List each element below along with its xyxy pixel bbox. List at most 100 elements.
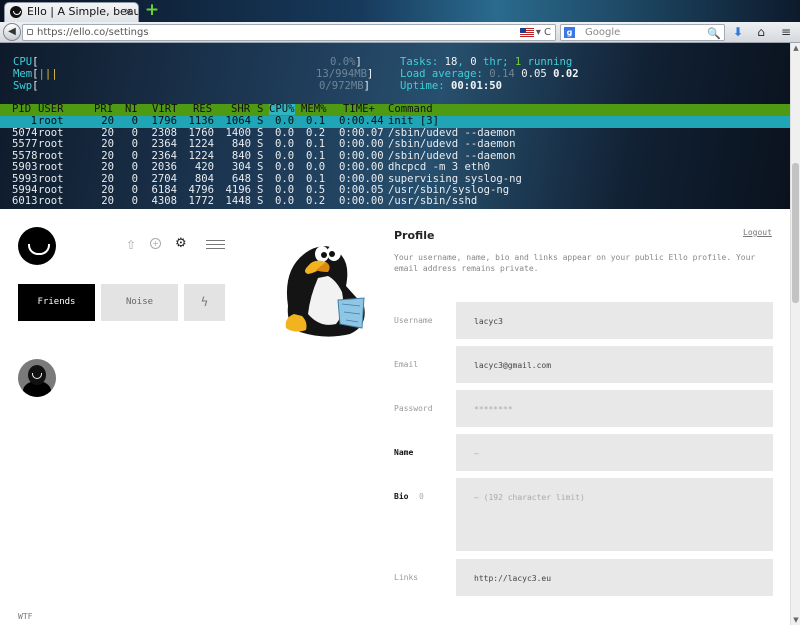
notifications-bolt-icon[interactable]: ϟ [184,284,225,321]
browser-tab[interactable]: Ello | A Simple, beau... × [4,2,139,22]
email-label: Email [394,360,419,369]
process-cell-mem: 0.0 [306,161,326,174]
share-icon[interactable]: ⇧ [126,238,136,252]
bio-character-count: 0 [419,492,424,501]
profile-description: Your username, name, bio and links appea… [394,253,756,273]
search-input[interactable]: Google [585,27,620,38]
process-cell-s: S [257,161,264,174]
process-cell-mem: 0.1 [306,115,326,127]
scrollbar-thumb[interactable] [792,163,799,303]
password-label: Password [394,404,433,413]
ello-favicon-icon [10,6,22,18]
ello-logo[interactable] [18,227,56,265]
process-row[interactable]: 6013 root 20 0 4308 1772 1448 S 0.0 0.2 0:00.00/us… [0,195,790,208]
reload-icon[interactable]: ▾ C [536,27,551,38]
mem-meter-value: 13/994MB] [316,68,374,80]
process-cell-virt: 2036 [151,161,177,174]
process-cell-cpu: 0.0 [275,161,295,174]
lock-icon [27,29,33,35]
process-cell-res: 420 [194,161,214,174]
process-cell-user: root [38,195,64,208]
process-cell-time: 0:00.44 [339,115,384,127]
menu-icon[interactable]: ≡ [777,24,795,41]
profile-picture[interactable] [280,236,370,338]
process-cell-cpu: 0.0 [275,195,295,208]
username-field[interactable]: lacyc3 [456,302,773,339]
process-cell-res: 1136 [188,115,214,127]
search-icon[interactable]: 🔍 [707,26,721,41]
swp-meter: Swp[ [13,80,39,92]
home-icon[interactable]: ⌂ [752,24,770,41]
process-cell-shr: 1448 [225,195,251,208]
tab-close-icon[interactable]: × [124,3,133,21]
process-cell-user: root [38,161,64,174]
search-bar[interactable]: g Google 🔍 [560,24,725,41]
process-cell-pri: 20 [101,195,114,208]
username-label: Username [394,316,433,325]
bio-field[interactable]: — (192 character limit) [456,478,773,551]
process-cell-ni: 0 [131,115,138,127]
process-cell-cmd: /usr/sbin/sshd [388,195,478,208]
download-icon[interactable]: ⬇ [729,24,747,41]
process-row[interactable]: 5903 root 20 0 2036 420 304 S 0.0 0.0 0:00.00 dhcpc… [0,161,790,174]
bio-label: Bio [394,492,409,501]
navigation-toolbar: ◀ https://ello.co/settings ▾ C g Google … [0,22,800,43]
process-cell-pid: 1 [30,115,37,127]
process-cell-cmd: dhcpcd -m 3 eth0 [388,161,491,174]
google-engine-icon[interactable]: g [564,27,575,38]
name-field[interactable]: — [456,434,773,471]
password-field[interactable]: ******** [456,390,773,427]
process-cell-time: 0:00.00 [339,161,384,174]
url-text[interactable]: https://ello.co/settings [37,27,149,38]
process-cell-time: 0:00.00 [339,195,384,208]
process-cell-virt: 1796 [151,115,177,127]
cpu-meter: CPU[ [13,56,39,68]
process-cell-shr: 304 [231,161,251,174]
mem-meter: Mem[||| [13,68,58,80]
links-field[interactable]: http://lacyc3.eu [456,559,773,596]
tasks-summary: Tasks: 18, 0 thr; 1 running [400,56,573,68]
process-cell-ni: 0 [131,195,138,208]
noise-button[interactable]: Noise [101,284,178,321]
process-cell-shr: 1064 [225,115,251,127]
new-tab-icon[interactable]: + [144,2,160,19]
profile-heading: Profile [394,229,435,242]
page-scrollbar[interactable]: ▲ ▼ [790,43,800,625]
links-label: Links [394,573,419,582]
scroll-down-icon[interactable]: ▼ [791,616,800,624]
process-cell-cmd: init [3] [388,115,440,127]
scroll-up-icon[interactable]: ▲ [791,44,800,52]
process-cell-user: root [38,115,64,127]
process-cell-pri: 20 [101,161,114,174]
cpu-meter-value: 0.0%] [330,56,362,68]
gear-icon[interactable]: ⚙ [175,236,187,251]
logout-link[interactable]: Logout [743,228,772,237]
name-label: Name [394,448,414,457]
tab-title: Ello | A Simple, beau... [27,5,139,18]
circle-plus-icon[interactable]: + [150,238,161,249]
us-flag-icon [519,27,534,37]
process-cell-cpu: 0.0 [275,115,295,127]
tab-strip: Ello | A Simple, beau... × + [0,0,800,22]
process-cell-pid: 6013 [12,195,38,208]
process-cell-pri: 20 [101,115,114,127]
uptime: Uptime: 00:01:50 [400,80,503,92]
process-cell-mem: 0.2 [306,195,326,208]
email-field[interactable]: lacyc3@gmail.com [456,346,773,383]
process-cell-s: S [257,195,264,208]
process-cell-virt: 4308 [151,195,177,208]
url-bar-buttons[interactable]: ▾ C [519,25,551,40]
process-cell-res: 1772 [188,195,214,208]
friends-button[interactable]: Friends [18,284,95,321]
back-icon[interactable]: ◀ [3,23,21,41]
process-cell-ni: 0 [131,161,138,174]
hamburger-icon[interactable] [206,240,225,249]
wtf-link[interactable]: WTF [18,612,32,621]
user-avatar[interactable] [18,359,56,397]
htop-terminal: CPU[ 0.0%] Mem[||| 13/994MB] Swp[ 0/972M… [0,43,790,209]
swp-meter-value: 0/972MB] [319,80,371,92]
url-bar[interactable]: https://ello.co/settings ▾ C [22,24,556,41]
process-cell-s: S [257,115,264,127]
load-average: Load average: 0.14 0.05 0.02 [400,68,579,80]
process-cell-pid: 5903 [12,161,38,174]
